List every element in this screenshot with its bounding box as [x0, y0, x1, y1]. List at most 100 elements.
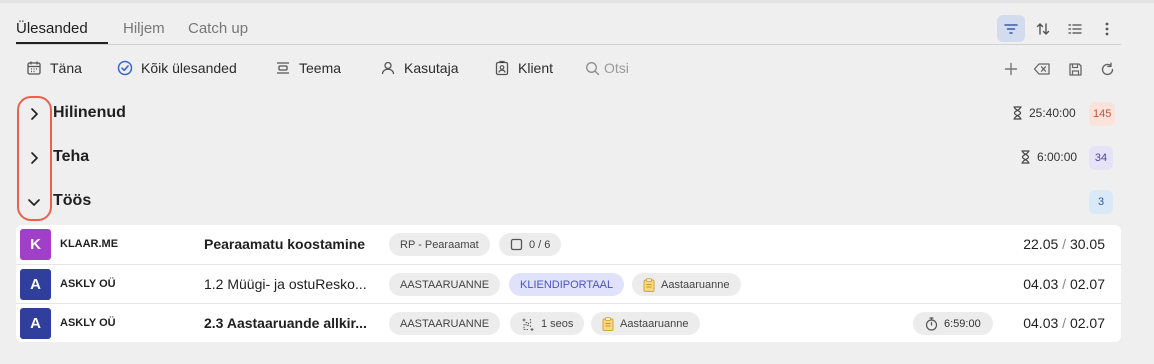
stopwatch-icon	[925, 316, 938, 331]
filter-topic-label: Teema	[299, 60, 342, 76]
avatar: A	[20, 308, 51, 339]
list-view-button[interactable]	[1061, 15, 1089, 42]
filter-client-label: Klient	[518, 60, 554, 76]
tag-chip[interactable]: AASTAARUANNE	[389, 273, 501, 296]
tag-label: Aastaaruanne	[620, 317, 689, 330]
hourglass-icon	[1021, 150, 1030, 164]
search-input[interactable]	[604, 60, 684, 76]
group-title: Teha	[53, 148, 90, 165]
check-circle-icon	[117, 60, 133, 76]
group-count-badge: 145	[1089, 102, 1116, 126]
task-name[interactable]: Pearaamatu koostamine	[204, 236, 365, 252]
tab-hiljem[interactable]: Hiljem	[123, 20, 165, 37]
clear-filters-button[interactable]	[1031, 59, 1053, 79]
avatar: K	[20, 229, 51, 260]
tag-chip-portal[interactable]: KLIENDIPORTAAL	[509, 273, 625, 296]
client-name: ASKLY OÜ	[60, 317, 116, 329]
refresh-button[interactable]	[1096, 59, 1118, 79]
active-tab-underline	[16, 42, 108, 44]
filter-all-tasks[interactable]: Kõik ülesanded	[117, 60, 237, 76]
filter-topic[interactable]: Teema	[275, 60, 341, 76]
sort-button[interactable]	[1029, 15, 1057, 42]
chevron-down-icon[interactable]	[26, 194, 42, 210]
clear-filter-icon	[1033, 63, 1050, 75]
table-row[interactable]: K KLAAR.ME Pearaamatu koostamine RP - Pe…	[16, 225, 1121, 264]
group-count-badge: 3	[1089, 190, 1113, 214]
end-date: 02.07	[1069, 276, 1105, 292]
avatar: A	[20, 269, 51, 300]
filter-icon	[1004, 23, 1018, 34]
tab-ulesanded[interactable]: Ülesanded	[16, 20, 88, 37]
start-date: 04.03	[1023, 276, 1059, 292]
task-list: K KLAAR.ME Pearaamatu koostamine RP - Pe…	[16, 225, 1121, 342]
start-date: 04.03	[1023, 315, 1059, 331]
refresh-icon	[1101, 62, 1113, 75]
top-divider	[0, 0, 1154, 3]
end-date: 02.07	[1069, 315, 1105, 331]
hourglass-icon	[1013, 106, 1022, 120]
task-name[interactable]: 2.3 Aastaaruande allkir...	[204, 315, 367, 331]
search-box	[585, 60, 684, 76]
add-icon	[1004, 62, 1018, 76]
calendar-icon	[27, 61, 41, 75]
table-row[interactable]: A ASKLY OÜ 2.3 Aastaaruande allkir... AA…	[16, 303, 1121, 342]
more-vertical-icon	[1105, 22, 1109, 35]
more-options-button[interactable]	[1093, 15, 1121, 42]
client-name: ASKLY OÜ	[60, 278, 116, 290]
tag-label: KLIENDIPORTAAL	[520, 278, 614, 291]
user-icon	[381, 61, 395, 75]
group-title: Töös	[53, 192, 92, 209]
relation-chip[interactable]: 1 seos	[510, 312, 585, 335]
filter-user[interactable]: Kasutaja	[380, 60, 458, 76]
table-row[interactable]: A ASKLY OÜ 1.2 Müügi- ja ostuResko... AA…	[16, 264, 1121, 303]
filter-client[interactable]: Klient	[494, 60, 553, 76]
link-relation-icon	[522, 318, 534, 331]
subtask-progress-chip[interactable]: 0 / 6	[499, 233, 562, 256]
group-title: Hilinenud	[53, 104, 126, 121]
filter-toggle-button[interactable]	[997, 15, 1025, 42]
filter-today[interactable]: Täna	[26, 60, 82, 76]
tag-label: 1 seos	[541, 317, 574, 330]
tag-label: AASTAARUANNE	[400, 317, 490, 330]
filter-today-label: Täna	[50, 60, 82, 76]
client-badge-icon	[495, 60, 509, 76]
start-date: 22.05	[1023, 236, 1059, 252]
task-dates: 04.03 / 02.07	[1023, 315, 1105, 331]
tag-chip[interactable]: AASTAARUANNE	[389, 312, 501, 335]
tag-label: 0 / 6	[529, 238, 551, 251]
chevron-right-icon[interactable]	[26, 106, 42, 122]
tag-chip[interactable]: RP - Pearaamat	[389, 233, 490, 256]
save-filter-button[interactable]	[1064, 59, 1086, 79]
project-chip[interactable]: Aastaaruanne	[632, 273, 741, 296]
filter-user-label: Kasutaja	[404, 60, 459, 76]
search-icon	[586, 61, 600, 75]
group-time: 6:00:00	[1020, 150, 1077, 164]
group-time-value: 6:00:00	[1037, 150, 1078, 164]
group-toos[interactable]: Töös 3	[16, 185, 1121, 219]
add-button[interactable]	[1000, 59, 1022, 79]
group-hilinenud[interactable]: Hilinenud 25:40:00 145	[16, 97, 1121, 131]
topic-icon	[277, 62, 289, 74]
tab-bar: Ülesanded Hiljem Catch up	[16, 14, 1121, 45]
checkbox-icon	[510, 238, 523, 251]
task-dates: 04.03 / 02.07	[1023, 276, 1105, 292]
chevron-right-icon[interactable]	[26, 150, 42, 166]
client-name: KLAAR.ME	[60, 238, 119, 250]
group-time: 25:40:00	[1012, 106, 1076, 120]
list-view-icon	[1068, 23, 1082, 34]
clipboard-icon	[602, 316, 614, 331]
tag-label: RP - Pearaamat	[400, 238, 479, 251]
task-dates: 22.05 / 30.05	[1023, 236, 1105, 252]
timer-value: 6:59:00	[944, 317, 981, 330]
time-tracking-chip[interactable]: 6:59:00	[913, 312, 993, 335]
tab-catch-up[interactable]: Catch up	[188, 20, 248, 37]
group-teha[interactable]: Teha 6:00:00 34	[16, 141, 1121, 175]
group-time-value: 25:40:00	[1029, 106, 1076, 120]
group-count-badge: 34	[1089, 146, 1113, 170]
task-name[interactable]: 1.2 Müügi- ja ostuResko...	[204, 276, 367, 292]
sort-icon	[1036, 22, 1050, 35]
filter-bar: Täna Kõik ülesanded Teema Kasutaja Klien…	[16, 54, 1121, 84]
project-chip[interactable]: Aastaaruanne	[591, 312, 700, 335]
end-date: 30.05	[1069, 236, 1105, 252]
save-icon	[1068, 62, 1082, 76]
